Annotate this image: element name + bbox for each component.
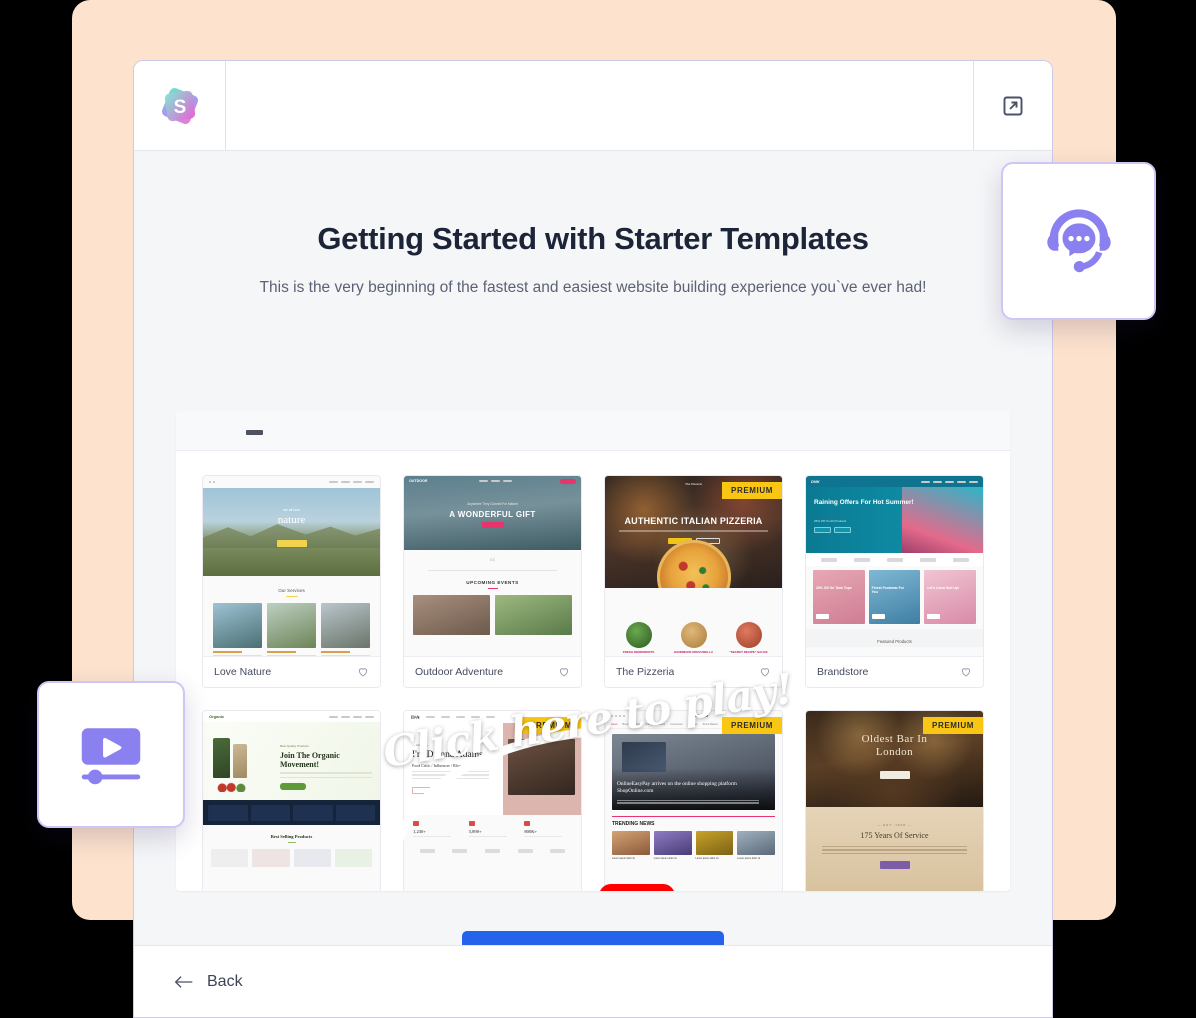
support-headset-chat-icon	[1046, 209, 1111, 273]
app-body: Getting Started with Starter Templates T…	[134, 151, 1052, 945]
screenshot-stage: S Getting Started with Starter Templates…	[0, 0, 1196, 1018]
template-preview-art: Biz360 News Business News Entrepreneurship…	[605, 711, 782, 891]
build-website-button[interactable]: Build Your Website Now	[461, 931, 725, 945]
heart-outline-icon[interactable]	[759, 666, 771, 678]
header-actions	[974, 61, 1052, 150]
template-thumbnail: we all love nature Our Services	[203, 476, 380, 656]
template-preview-art: OUTDOOR Anywhere They Colored For Market…	[404, 476, 581, 656]
drag-handle[interactable]	[246, 430, 263, 435]
app-header: S	[134, 61, 1052, 151]
back-label: Back	[207, 972, 243, 990]
template-thumbnail: Organic Best Quality Products Join The O…	[203, 711, 380, 891]
template-footer: Outdoor Adventure	[404, 656, 581, 687]
template-thumbnail: DNK Raining Offers For Hot Summer! 25% Of…	[806, 476, 983, 656]
heart-outline-icon[interactable]	[558, 666, 570, 678]
template-name: Brandstore	[817, 666, 869, 678]
template-preview-art: Organic Best Quality Products Join The O…	[203, 711, 380, 891]
heart-outline-icon[interactable]	[357, 666, 369, 678]
video-player-icon	[81, 727, 141, 784]
heart-outline-icon[interactable]	[960, 666, 972, 678]
template-card[interactable]: PREMIUM The Pizzeria AUTHENTIC ITALIAN P…	[604, 475, 783, 688]
template-footer: The Pizzeria	[605, 656, 782, 687]
premium-badge: PREMIUM	[521, 717, 581, 734]
header-spacer	[226, 61, 974, 150]
support-chat-widget[interactable]	[1001, 162, 1156, 320]
cta-section: Build Your Website Now	[134, 931, 1052, 945]
template-card[interactable]: PREMIUM Biz360 News Business News Entrepre…	[604, 710, 783, 891]
app-window: S Getting Started with Starter Templates…	[133, 60, 1053, 1018]
template-preview-art: The Pizzeria AUTHENTIC ITALIAN PIZZERIA …	[605, 476, 782, 656]
template-thumbnail: Oldest Bar In London — EST. 1848 — 175 Ye…	[806, 711, 983, 891]
template-preview-art: we all love nature Our Services	[203, 476, 380, 656]
premium-badge: PREMIUM	[722, 717, 782, 734]
arrow-left-icon	[175, 975, 193, 988]
template-preview-art: D/A — HELLO — I'm Dianna Adams Food Crit…	[404, 711, 581, 891]
template-thumbnail: OUTDOOR Anywhere They Colored For Market…	[404, 476, 581, 656]
premium-badge: PREMIUM	[923, 717, 983, 734]
starter-templates-logo-icon: S	[161, 87, 198, 124]
template-thumbnail: Biz360 News Business News Entrepreneurship…	[605, 711, 782, 891]
template-card[interactable]: PREMIUM Oldest Bar In London — EST. 1848 …	[805, 710, 984, 891]
page-title: Getting Started with Starter Templates	[317, 221, 869, 256]
template-footer: Love Nature	[203, 656, 380, 687]
template-card[interactable]: PREMIUM D/A — HELLO — I'm Dianna Adams F…	[403, 710, 582, 891]
back-button[interactable]: Back	[174, 973, 243, 991]
template-preview-art: DNK Raining Offers For Hot Summer! 25% Of…	[806, 476, 983, 656]
template-name: Outdoor Adventure	[415, 666, 504, 678]
youtube-play-icon[interactable]	[599, 884, 675, 891]
svg-text:S: S	[173, 97, 186, 118]
template-footer: Brandstore	[806, 656, 983, 687]
template-card[interactable]: DNK Raining Offers For Hot Summer! 25% Of…	[805, 475, 984, 688]
template-name: The Pizzeria	[616, 666, 675, 678]
logo-cell: S	[134, 61, 226, 150]
template-card[interactable]: Organic Best Quality Products Join The O…	[202, 710, 381, 891]
page-subtitle: This is the very beginning of the fastes…	[259, 279, 927, 296]
template-card[interactable]: we all love nature Our Services Love Nat…	[202, 475, 381, 688]
template-name: Love Nature	[214, 666, 272, 678]
template-preview-art: Oldest Bar In London — EST. 1848 — 175 Ye…	[806, 711, 983, 891]
templates-toolbar	[176, 411, 1010, 451]
external-link-icon[interactable]	[1001, 94, 1025, 118]
template-thumbnail: D/A — HELLO — I'm Dianna Adams Food Crit…	[404, 711, 581, 891]
video-tutorial-widget[interactable]	[37, 681, 185, 828]
templates-panel: we all love nature Our Services Love Nat…	[176, 411, 1010, 891]
template-thumbnail: The Pizzeria AUTHENTIC ITALIAN PIZZERIA …	[605, 476, 782, 656]
app-footer: Back	[134, 945, 1052, 1017]
premium-badge: PREMIUM	[722, 482, 782, 499]
template-card[interactable]: OUTDOOR Anywhere They Colored For Market…	[403, 475, 582, 688]
templates-grid: we all love nature Our Services Love Nat…	[176, 451, 1010, 891]
intro-section: Getting Started with Starter Templates T…	[134, 151, 1052, 297]
